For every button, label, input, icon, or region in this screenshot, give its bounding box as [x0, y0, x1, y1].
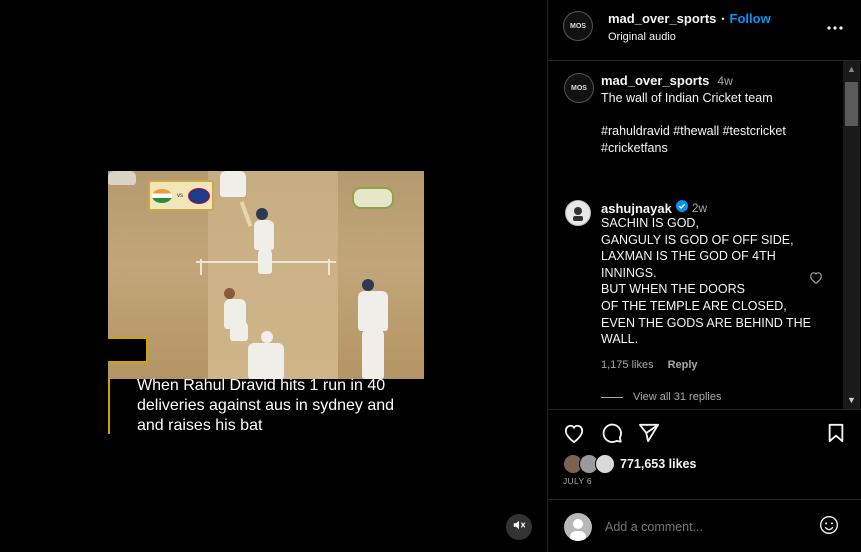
save-button[interactable] [824, 423, 848, 447]
comment-line: LAXMAN IS THE GOD OF 4TH [601, 249, 776, 264]
crease-mark [328, 259, 330, 275]
scroll-down-icon[interactable]: ▼ [843, 392, 860, 409]
broadcaster-logo [352, 187, 394, 209]
bookmark-icon [827, 423, 845, 448]
caption-author[interactable]: mad_over_sports [601, 73, 709, 88]
batsman-figure [254, 220, 274, 250]
comments-scrollbar[interactable]: ▲ ▼ [843, 61, 860, 409]
australia-flag-icon [187, 187, 210, 204]
like-button[interactable] [562, 423, 586, 447]
more-icon [826, 18, 844, 36]
scroll-up-icon[interactable]: ▲ [843, 61, 860, 78]
caption-hashtags[interactable]: #rahuldravid #thewall #testcricket #cric… [601, 123, 831, 156]
comment-line: BUT WHEN THE DOORS [601, 282, 745, 297]
add-comment-bar [548, 499, 861, 552]
comments-list[interactable]: MOS mad_over_sports 4w The wall of India… [548, 61, 843, 409]
comment-bubble-icon [601, 422, 623, 449]
video-frame: vs [108, 171, 424, 379]
avatar[interactable]: MOS [563, 11, 593, 41]
player-figure [108, 171, 136, 185]
comment-line: GANGULY IS GOD OF OFF SIDE, [601, 232, 794, 247]
author-username[interactable]: mad_over_sports [608, 11, 716, 26]
caption-time: 4w [717, 74, 733, 88]
versus-mark: vs [176, 192, 183, 199]
emoji-icon [819, 515, 839, 540]
avatar[interactable] [565, 200, 591, 226]
comment-line: OF THE TEMPLE ARE CLOSED, [601, 298, 787, 313]
post-side-panel: MOS mad_over_sports • Follow Original au… [547, 0, 861, 551]
comment-line: WALL. [601, 332, 639, 347]
likes-count[interactable]: 771,653 likes [620, 457, 696, 471]
post-header: MOS mad_over_sports • Follow Original au… [548, 0, 861, 61]
commenter-username[interactable]: ashujnayak [601, 201, 672, 216]
score-badge: vs [148, 180, 214, 211]
audio-link[interactable]: Original audio [608, 31, 676, 43]
more-options-button[interactable] [823, 15, 847, 39]
non-striker-figure [358, 291, 388, 331]
replies-divider [601, 396, 623, 398]
comment-likes[interactable]: 1,175 likes [601, 359, 654, 371]
post-actions: 771,653 likes JULY 6 [548, 409, 861, 500]
player-head [256, 208, 268, 220]
mute-toggle-button[interactable] [506, 514, 532, 540]
separator-dot: • [721, 13, 725, 24]
video-pane: vs When Rahul Dravid hits 1 run in 40 de… [0, 0, 547, 551]
share-button[interactable] [637, 423, 661, 447]
caption-text: The wall of Indian Cricket team [601, 91, 773, 105]
avatar [564, 513, 592, 541]
video-player[interactable]: vs When Rahul Dravid hits 1 run in 40 de… [108, 171, 424, 434]
heart-icon [563, 423, 585, 448]
speaker-muted-icon [512, 518, 526, 537]
umpire-hat [261, 331, 273, 343]
liked-by-avatars[interactable]: 771,653 likes [563, 454, 696, 474]
comment-time: 2w [691, 201, 708, 215]
post-date: JULY 6 [563, 476, 592, 486]
emoji-picker-button[interactable] [817, 515, 841, 539]
india-flag-icon [152, 188, 173, 203]
player-head [224, 288, 235, 299]
paper-plane-icon [638, 423, 660, 448]
caption-tab [108, 337, 148, 363]
player-head [362, 279, 374, 291]
comment-input[interactable] [603, 515, 807, 539]
batsman-legs [258, 248, 272, 274]
player-figure [220, 171, 246, 197]
non-striker-legs [362, 329, 384, 379]
scroll-thumb[interactable] [845, 82, 858, 126]
avatar [595, 454, 615, 474]
comment-like-button[interactable] [807, 271, 825, 289]
umpire-figure [248, 343, 284, 379]
heart-icon [809, 271, 823, 289]
crease-mark [200, 259, 202, 275]
bowler-legs [230, 321, 248, 341]
avatar[interactable]: MOS [564, 73, 594, 103]
comment-line: SACHIN IS GOD, [601, 216, 699, 230]
comment-button[interactable] [600, 423, 624, 447]
view-replies-link[interactable]: View all 31 replies [633, 391, 721, 403]
comment-line: INNINGS. [601, 265, 657, 280]
comment-text: SACHIN IS GOD, GANGULY IS GOD OF OFF SID… [601, 215, 826, 348]
reply-button[interactable]: Reply [668, 359, 698, 371]
video-caption: When Rahul Dravid hits 1 run in 40 deliv… [137, 377, 395, 434]
comment-line: EVEN THE GODS ARE BEHIND THE [601, 315, 812, 330]
follow-button[interactable]: Follow [730, 11, 771, 26]
